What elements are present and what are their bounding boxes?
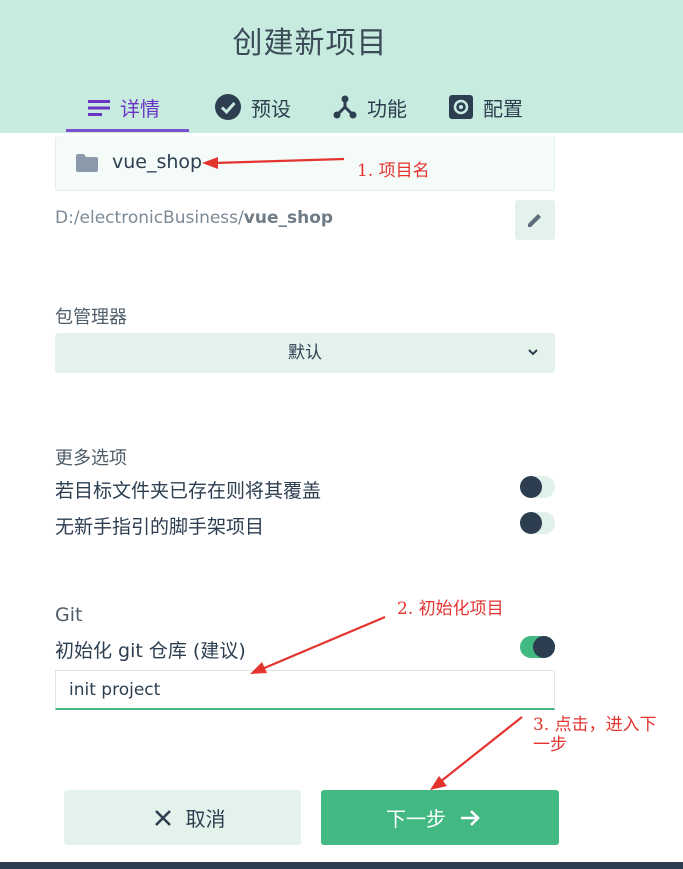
project-path-prefix: D:/electronicBusiness/: [55, 208, 244, 228]
close-icon: [154, 809, 171, 826]
check-circle-icon: [215, 94, 241, 120]
no-guide-option-label: 无新手指引的脚手架项目: [55, 516, 265, 538]
overwrite-toggle[interactable]: [520, 476, 555, 498]
tab-features[interactable]: 功能: [329, 86, 411, 128]
tab-details[interactable]: 详情: [66, 86, 189, 132]
arrow-right-icon: [461, 809, 480, 826]
pencil-icon: [528, 214, 541, 227]
tab-config[interactable]: 配置: [445, 86, 527, 128]
gear-icon: [449, 95, 473, 119]
package-manager-value: 默认: [288, 343, 322, 363]
next-label: 下一步: [386, 807, 446, 831]
annotation-project-name: 1. 项目名: [357, 161, 430, 181]
tab-presets[interactable]: 预设: [211, 86, 295, 128]
no-guide-toggle[interactable]: [520, 512, 555, 534]
folder-icon: [76, 154, 98, 172]
list-icon: [88, 99, 110, 116]
init-git-toggle[interactable]: [520, 636, 555, 658]
commit-message-input[interactable]: init project: [55, 670, 555, 710]
package-manager-label: 包管理器: [55, 307, 127, 328]
overwrite-option-label: 若目标文件夹已存在则将其覆盖: [55, 480, 322, 502]
toggle-knob: [520, 476, 542, 498]
tab-bar: 详情 预设 功能 配置: [66, 86, 561, 133]
toggle-knob: [520, 512, 542, 534]
init-git-label: 初始化 git 仓库 (建议): [55, 640, 246, 662]
annotation-next-step-line2: 一步: [533, 735, 567, 755]
tab-details-label: 详情: [120, 97, 160, 121]
branch-icon: [333, 95, 357, 119]
cancel-label: 取消: [185, 807, 226, 831]
annotation-init-project: 2. 初始化项目: [397, 599, 504, 619]
bottom-bar: [0, 862, 683, 869]
project-path: D:/electronicBusiness/vue_shop: [55, 208, 333, 228]
chevron-down-icon: [528, 349, 538, 356]
more-options-label: 更多选项: [55, 448, 127, 469]
next-button[interactable]: 下一步: [321, 790, 559, 845]
package-manager-select[interactable]: 默认: [55, 333, 555, 373]
toggle-knob: [533, 636, 555, 658]
tab-presets-label: 预设: [251, 96, 291, 121]
project-name-value: vue_shop: [112, 151, 203, 173]
page-title: 创建新项目: [232, 26, 388, 61]
project-path-name: vue_shop: [243, 208, 334, 228]
cancel-button[interactable]: 取消: [64, 790, 301, 845]
git-label: Git: [55, 604, 83, 626]
tab-config-label: 配置: [483, 96, 523, 121]
project-name-field[interactable]: vue_shop: [55, 136, 555, 191]
edit-path-button[interactable]: [515, 200, 555, 240]
tab-features-label: 功能: [367, 96, 407, 121]
